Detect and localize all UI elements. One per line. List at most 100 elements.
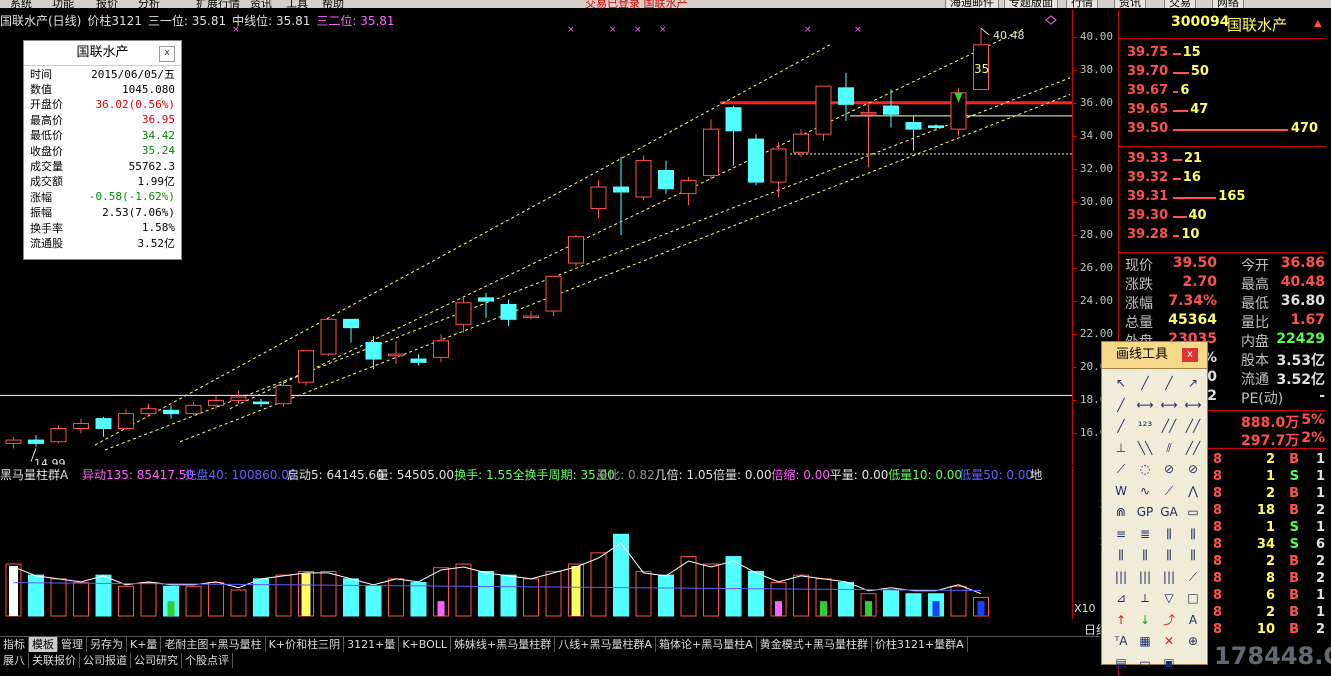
menu-button[interactable]: 交易 (1164, 0, 1196, 8)
menu-button[interactable]: 网络 (1212, 0, 1244, 8)
drawing-tool-icon[interactable]: ╱╱ (1184, 439, 1202, 457)
candle-info-box[interactable]: 国联水产 x 时间 2015/06/05/五 数值 1045.080 开盘价 36.02(… (23, 40, 182, 260)
info-box-close-button[interactable]: x (159, 46, 175, 62)
drawing-tool-icon[interactable]: ↖ (1112, 374, 1130, 392)
drawing-tool-icon[interactable]: ⟂ (1136, 589, 1154, 607)
drawing-tool-icon[interactable]: ╱ (1136, 374, 1154, 392)
drawing-tool-icon[interactable]: ╱ (1112, 396, 1130, 414)
amount-value: 297.7万 (1241, 433, 1300, 449)
template-tab[interactable]: K+BOLL (399, 637, 452, 652)
drawing-tools-close-button[interactable]: x (1182, 348, 1198, 362)
info-tab[interactable]: 展八 (0, 653, 29, 668)
drawing-tool-icon[interactable]: ╱╱ (1184, 417, 1202, 435)
ask-price: 39.65 (1127, 102, 1169, 117)
drawing-tool-icon[interactable]: ⊘ (1184, 460, 1202, 478)
drawing-tool-icon[interactable]: ||| (1160, 568, 1178, 586)
template-tab[interactable]: 老耐主图+黑马量柱 (161, 637, 266, 652)
menu-item[interactable]: 功能 (52, 0, 74, 8)
menu-item[interactable]: 资讯 (250, 0, 272, 8)
template-tab[interactable]: 指标 (0, 637, 29, 652)
menu-item[interactable]: 帮助 (322, 0, 344, 8)
drawing-tool-icon[interactable]: ↗ (1184, 374, 1202, 392)
menu-item[interactable]: 扩展行情 (196, 0, 240, 8)
volume-indicator-chart[interactable]: 黑马量柱群A 异动135: 85417.50先盘40: 100860.05启动5:… (0, 466, 1072, 619)
drawing-tool-icon[interactable]: GP (1136, 503, 1154, 521)
drawing-tool-icon[interactable]: ▭ (1136, 654, 1154, 672)
drawing-tool-icon[interactable]: ╲╲ (1136, 439, 1154, 457)
info-tab[interactable]: 关联报价 (29, 653, 80, 668)
drawing-tool-icon[interactable]: W (1112, 482, 1130, 500)
drawing-tools-palette[interactable]: 画线工具 x ↖ ╱ ╱ ↗ ╱ ⟷ ⟷ ⟷ ╱ ¹²³ ╱╱ ╱╱ ⊥ ╲╲ ⫽ ╱╱ ⟋ ◌ ⊘ ⊘ W ∿ ⟋ ⋀ ⋒ GP… (1101, 341, 1208, 670)
drawing-tool-icon[interactable]: ∿ (1136, 482, 1154, 500)
info-tab[interactable]: 公司研究 (131, 653, 182, 668)
template-tab[interactable]: 3121+量 (344, 637, 400, 652)
info-tab[interactable]: 个股点评 (182, 653, 233, 668)
drawing-tool-icon[interactable]: ╱ (1112, 417, 1130, 435)
drawing-tool-icon[interactable]: ╱╱ (1160, 417, 1178, 435)
template-tab[interactable]: 姊妹线+黑马量柱群 (451, 637, 556, 652)
drawing-tool-icon[interactable]: ⟋ (1112, 460, 1130, 478)
drawing-tool-icon[interactable]: ᵀA (1112, 632, 1130, 650)
drawing-tool-icon[interactable]: □ (1184, 589, 1202, 607)
info-tab[interactable]: 公司报道 (80, 653, 131, 668)
drawing-tool-icon[interactable]: ⊿ (1112, 589, 1130, 607)
drawing-tool-icon[interactable]: ✕ (1160, 632, 1178, 650)
drawing-tool-icon[interactable]: ▣ (1160, 654, 1178, 672)
drawing-tool-icon[interactable]: ¹²³ (1136, 417, 1154, 435)
drawing-tool-icon[interactable]: ↑ (1112, 611, 1130, 629)
drawing-tool-icon[interactable]: ⟋ (1184, 568, 1202, 586)
drawing-tool-icon[interactable]: ▦ (1136, 632, 1154, 650)
template-tab[interactable]: 另存为 (87, 637, 127, 652)
drawing-tool-icon[interactable]: ⫼ (1112, 546, 1130, 564)
drawing-tool-icon[interactable]: ⊘ (1160, 460, 1178, 478)
menu-item[interactable]: 报价 (96, 0, 118, 8)
drawing-tool-icon[interactable]: ╱ (1160, 374, 1178, 392)
menu-button[interactable]: 海通邮件 (945, 0, 999, 8)
drawing-tool-icon[interactable]: ≣ (1136, 525, 1154, 543)
drawing-tool-icon[interactable]: ⫼ (1160, 546, 1178, 564)
drawing-tool-icon[interactable]: ⋒ (1112, 503, 1130, 521)
template-tab[interactable]: 八线+黑马量柱群A (555, 637, 656, 652)
x10-button[interactable]: X10 (1074, 602, 1096, 615)
template-tab[interactable]: 管理 (58, 637, 87, 652)
drawing-tool-icon[interactable]: ⫼ (1184, 546, 1202, 564)
stock-arrow-icon[interactable]: ▲ (1314, 18, 1322, 29)
drawing-tool-icon[interactable]: ◌ (1136, 460, 1154, 478)
template-tab[interactable]: K+量 (127, 637, 162, 652)
template-tab[interactable]: 价柱3121+量群A (872, 637, 968, 652)
template-tab[interactable]: 模板 (29, 637, 58, 652)
template-tab[interactable]: K+价和柱三阴 (266, 637, 345, 652)
drawing-tool-icon[interactable]: ▭ (1184, 503, 1202, 521)
drawing-tool-icon[interactable]: ▤ (1112, 654, 1130, 672)
drawing-tool-icon[interactable]: ↓ (1136, 611, 1154, 629)
drawing-tool-icon[interactable]: ⊥ (1112, 439, 1130, 457)
menu-item[interactable]: 分析 (138, 0, 160, 8)
drawing-tool-icon[interactable]: ⟋ (1160, 482, 1178, 500)
drawing-tool-icon[interactable]: ⫼ (1136, 546, 1154, 564)
drawing-tool-icon[interactable]: ≡ (1112, 525, 1130, 543)
drawing-tool-icon[interactable]: ⟷ (1160, 396, 1178, 414)
drawing-tool-icon[interactable]: ⟷ (1136, 396, 1154, 414)
menu-button[interactable]: 资讯 (1114, 0, 1146, 8)
drawing-tool-icon[interactable]: ⫼ (1160, 525, 1178, 543)
drawing-tool-icon[interactable]: ⫼ (1184, 525, 1202, 543)
menu-item[interactable]: 工具 (286, 0, 308, 8)
drawing-tool-icon[interactable]: ||| (1136, 568, 1154, 586)
quote-value: 3.52亿 (1276, 372, 1325, 388)
drawing-tool-icon[interactable]: ||| (1112, 568, 1130, 586)
drawing-tool-icon[interactable]: ⫽ (1160, 439, 1178, 457)
template-tab[interactable]: 箱体论+黑马量柱A (656, 637, 757, 652)
drawing-tool-icon[interactable]: ▽ (1160, 589, 1178, 607)
template-tab[interactable]: 黄金模式+黑马量柱群 (757, 637, 872, 652)
drawing-tool-icon[interactable]: GA (1160, 503, 1178, 521)
drawing-tool-icon[interactable]: ⋀ (1184, 482, 1202, 500)
drawing-tool-icon[interactable]: ⟷ (1184, 396, 1202, 414)
drawing-tool-icon[interactable]: ⤴ (1160, 611, 1178, 629)
menu-button[interactable]: 行情 (1066, 0, 1098, 8)
drawing-tool-icon[interactable]: A (1184, 611, 1202, 629)
drawing-tool-icon[interactable]: ⊕ (1184, 632, 1202, 650)
menu-item[interactable]: 系统 (10, 0, 32, 8)
price-axis-tick: 40.00 (1079, 29, 1113, 43)
info-value: 1.99亿 (137, 175, 176, 189)
menu-button[interactable]: 专题版面 (1004, 0, 1058, 8)
